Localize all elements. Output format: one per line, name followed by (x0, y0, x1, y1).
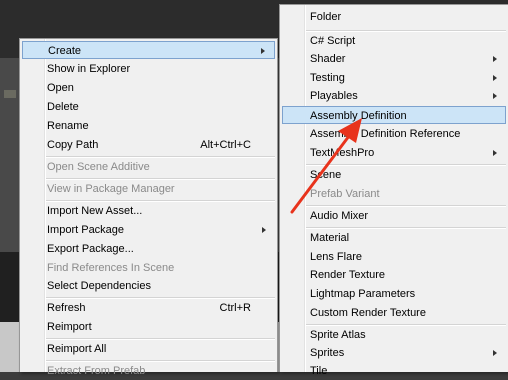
menu-item-label: Copy Path (47, 139, 99, 151)
menu-item-label: Open Scene Additive (47, 161, 150, 173)
menu-item-label: Audio Mixer (310, 210, 369, 222)
menu-item-open-scene-additive[interactable]: Open Scene Additive (22, 158, 275, 176)
menu-item-label: Reimport All (47, 343, 107, 355)
scene-thumbnail (4, 90, 16, 98)
menu-item-label: Import Package (47, 224, 125, 236)
submenu-arrow-icon (491, 69, 499, 87)
menu-item-export-package[interactable]: Export Package... (22, 240, 275, 258)
menu-item-label: Refresh (47, 302, 86, 314)
menu-item-label: Prefab Variant (310, 188, 380, 200)
menu-item-label: Shader (310, 53, 346, 65)
submenu-item-folder[interactable]: Folder (282, 8, 506, 26)
submenu-item-lightmap-parameters[interactable]: Lightmap Parameters (282, 285, 506, 303)
menu-item-label: Material (310, 232, 350, 244)
menu-item-label: Sprite Atlas (310, 329, 366, 341)
submenu-item-sprites[interactable]: Sprites (282, 344, 506, 362)
menu-item-show-in-explorer[interactable]: Show in Explorer (22, 60, 275, 78)
menu-item-import-new-asset[interactable]: Import New Asset... (22, 202, 275, 220)
menu-item-label: Sprites (310, 347, 345, 359)
menu-item-label: Show in Explorer (47, 63, 131, 75)
menu-item-reimport[interactable]: Reimport (22, 318, 275, 336)
menu-item-shortcut: Alt+Ctrl+C (200, 139, 251, 151)
menu-item-reimport-all[interactable]: Reimport All (22, 340, 275, 358)
menu-item-open[interactable]: Open (22, 79, 275, 97)
submenu-item-assembly-definition-reference[interactable]: Assembly Definition Reference (282, 125, 506, 143)
menu-item-copy-path[interactable]: Copy Path Alt+Ctrl+C (22, 136, 275, 154)
menu-item-label: Playables (310, 90, 358, 102)
submenu-item-sprite-atlas[interactable]: Sprite Atlas (282, 326, 506, 344)
menu-item-find-references[interactable]: Find References In Scene (22, 259, 275, 277)
submenu-arrow-icon (491, 50, 499, 68)
menu-item-label: Render Texture (310, 269, 386, 281)
menu-item-shortcut: Ctrl+R (219, 302, 251, 314)
submenu-item-shader[interactable]: Shader (282, 50, 506, 68)
submenu-item-playables[interactable]: Playables (282, 87, 506, 105)
menu-item-refresh[interactable]: Refresh Ctrl+R (22, 299, 275, 317)
menu-item-label: Delete (47, 101, 79, 113)
menu-item-label: Rename (47, 120, 89, 132)
menu-item-label: Assembly Definition (310, 110, 407, 122)
menu-item-label: Folder (310, 11, 342, 23)
menu-item-label: Create (48, 45, 82, 57)
menu-item-label: Scene (310, 169, 342, 181)
menu-item-label: Reimport (47, 321, 92, 333)
menu-item-label: Open (47, 82, 74, 94)
project-context-menu: Create Show in Explorer Open Delete Rena… (19, 38, 278, 377)
menu-item-view-in-package-manager[interactable]: View in Package Manager (22, 180, 275, 198)
submenu-item-lens-flare[interactable]: Lens Flare (282, 248, 506, 266)
menu-item-label: TextMeshPro (310, 147, 375, 159)
submenu-item-testing[interactable]: Testing (282, 69, 506, 87)
submenu-arrow-icon (491, 144, 499, 162)
menu-item-label: View in Package Manager (47, 183, 175, 195)
menu-item-label: Select Dependencies (47, 280, 151, 292)
submenu-item-custom-render-texture[interactable]: Custom Render Texture (282, 304, 506, 322)
submenu-item-audio-mixer[interactable]: Audio Mixer (282, 207, 506, 225)
create-submenu: Folder C# Script Shader Testing Playable… (279, 4, 508, 377)
menu-item-label: Lightmap Parameters (310, 288, 416, 300)
menu-item-label: Custom Render Texture (310, 307, 426, 319)
submenu-item-csharp-script[interactable]: C# Script (282, 32, 506, 50)
submenu-item-tile[interactable]: Tile (282, 362, 506, 380)
submenu-item-scene[interactable]: Scene (282, 166, 506, 184)
menu-item-import-package[interactable]: Import Package (22, 221, 275, 239)
submenu-arrow-icon (491, 344, 499, 362)
submenu-arrow-icon (259, 42, 267, 60)
menu-item-label: Export Package... (47, 243, 134, 255)
menu-item-delete[interactable]: Delete (22, 98, 275, 116)
menu-item-rename[interactable]: Rename (22, 117, 275, 135)
menu-item-create[interactable]: Create (22, 41, 275, 59)
submenu-item-assembly-definition[interactable]: Assembly Definition (282, 106, 506, 124)
submenu-arrow-icon (260, 221, 268, 239)
submenu-arrow-icon (491, 87, 499, 105)
submenu-item-textmeshpro[interactable]: TextMeshPro (282, 144, 506, 162)
menu-item-label: Find References In Scene (47, 262, 175, 274)
menu-item-label: Assembly Definition Reference (310, 128, 461, 140)
menu-item-label: Lens Flare (310, 251, 362, 263)
menu-item-label: C# Script (310, 35, 356, 47)
submenu-item-material[interactable]: Material (282, 229, 506, 247)
menu-item-label: Testing (310, 72, 345, 84)
menu-item-label: Tile (310, 365, 328, 377)
menu-item-extract-from-prefab[interactable]: Extract From Prefab (22, 362, 275, 380)
menu-item-label: Import New Asset... (47, 205, 143, 217)
menu-item-label: Extract From Prefab (47, 365, 146, 377)
menu-item-select-dependencies[interactable]: Select Dependencies (22, 277, 275, 295)
submenu-item-prefab-variant[interactable]: Prefab Variant (282, 185, 506, 203)
submenu-item-render-texture[interactable]: Render Texture (282, 266, 506, 284)
